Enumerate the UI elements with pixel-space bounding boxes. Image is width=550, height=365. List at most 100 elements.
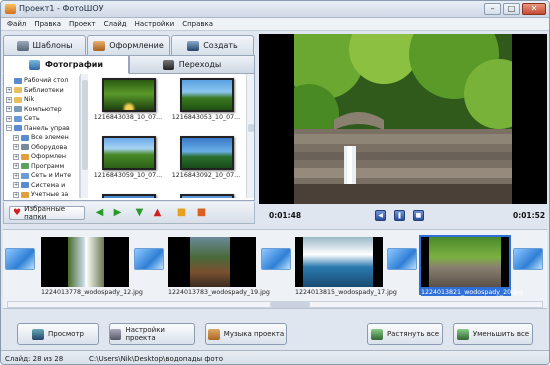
photo-item[interactable]: 1216843059_10_07...: [90, 132, 166, 190]
photo-item[interactable]: [168, 190, 244, 198]
remove-folder-icon[interactable]: ■: [196, 207, 207, 218]
slide-image: [190, 237, 230, 287]
timeline-scrollbar[interactable]: [7, 301, 543, 308]
timeline-scroll-thumb[interactable]: [270, 302, 310, 307]
expander-icon[interactable]: +: [13, 191, 19, 198]
transition-thumbnail[interactable]: [387, 248, 417, 270]
slide-filename: 1224013821_wodospady_20.jpg: [421, 289, 523, 296]
stop-button[interactable]: ■: [413, 210, 424, 221]
tree-node[interactable]: + Сеть и Инте: [6, 171, 79, 181]
photo-thumbnail: [102, 78, 156, 112]
expander-icon[interactable]: −: [6, 125, 12, 132]
arrow-left-icon[interactable]: ◀: [94, 207, 105, 218]
transition-thumbnail[interactable]: [134, 248, 164, 270]
timeline-slide-selected[interactable]: 1224013821_wodospady_20.jpg: [419, 235, 523, 296]
tree-node[interactable]: Рабочий стол: [6, 76, 79, 86]
tab-design[interactable]: Оформление: [87, 35, 170, 55]
tab-photos[interactable]: Фотографии: [3, 55, 129, 74]
menu-settings[interactable]: Настройки: [135, 20, 175, 28]
tree-node[interactable]: + Nik: [6, 95, 79, 105]
expander-icon[interactable]: +: [13, 163, 19, 170]
tab-create-label: Создать: [203, 41, 238, 50]
tree-node[interactable]: + Оформлен: [6, 152, 79, 162]
favorites-button[interactable]: ♥ Избранные папки: [9, 205, 85, 221]
project-music-button[interactable]: Музыка проекта: [205, 323, 287, 345]
expander-icon[interactable]: +: [6, 96, 12, 103]
transitions-icon: [162, 59, 174, 70]
folder-icon: [21, 191, 29, 198]
timeline-slide[interactable]: 1224013815_wodospady_17.jpg: [295, 237, 397, 296]
photo-grid-scroll-thumb[interactable]: [248, 124, 254, 132]
shrink-icon: [456, 328, 469, 340]
project-music-label: Музыка проекта: [223, 330, 285, 338]
folder-icon: [21, 172, 29, 179]
timeline-slide[interactable]: 1224013783_wodospady_19.jpg: [168, 237, 270, 296]
photo-grid-scrollbar[interactable]: [246, 74, 254, 198]
tree-node[interactable]: + Сеть: [6, 114, 79, 124]
tree-node-label: Библиотеки: [24, 86, 64, 94]
tab-templates[interactable]: Шаблоны: [3, 35, 86, 55]
tree-node[interactable]: + Все элемен: [6, 133, 79, 143]
preview-button[interactable]: Просмотр: [17, 323, 99, 345]
tab-create[interactable]: Создать: [171, 35, 254, 55]
tree-node[interactable]: + Оборудова: [6, 143, 79, 153]
tree-node-label: Nik: [24, 96, 35, 104]
tab-transitions[interactable]: Переходы: [129, 55, 255, 74]
maximize-button[interactable]: □: [503, 3, 520, 15]
photo-item[interactable]: 1216843092_10_07...: [168, 132, 244, 190]
transition-thumbnail[interactable]: [261, 248, 291, 270]
tree-node[interactable]: + Учетные за: [6, 190, 79, 198]
transition-thumbnail[interactable]: [5, 248, 35, 270]
timeline-slide[interactable]: 1224013778_wodospady_12.jpg: [41, 237, 143, 296]
preview-player[interactable]: [259, 34, 547, 204]
expander-icon[interactable]: +: [13, 153, 19, 160]
folder-icon: [14, 77, 22, 84]
tree-node-label: Панель управ: [24, 124, 70, 132]
menu-help[interactable]: Справка: [182, 20, 213, 28]
arrow-down-icon[interactable]: ▼: [134, 207, 145, 218]
minimize-button[interactable]: –: [484, 3, 501, 15]
tree-node[interactable]: + Программ: [6, 162, 79, 172]
slide-filename: 1224013783_wodospady_19.jpg: [168, 289, 270, 296]
tree-node[interactable]: + Система и: [6, 181, 79, 191]
photo-item[interactable]: 1216843053_10_07...: [168, 74, 244, 132]
menu-file[interactable]: Файл: [7, 20, 26, 28]
expander-icon[interactable]: +: [13, 144, 19, 151]
folder-icon: [21, 163, 29, 170]
tree-scrollbar[interactable]: [80, 74, 88, 198]
expander-icon[interactable]: +: [6, 87, 12, 94]
tree-node-label: Сеть и Инте: [31, 172, 72, 180]
project-settings-button[interactable]: Настройки проекта: [109, 323, 195, 345]
tree-node[interactable]: + Библиотеки: [6, 86, 79, 96]
photo-item[interactable]: [90, 190, 166, 198]
transition-thumbnail[interactable]: [513, 248, 543, 270]
stretch-all-button[interactable]: Растянуть все: [367, 323, 443, 345]
expander-icon[interactable]: +: [13, 172, 19, 179]
expander-icon[interactable]: +: [13, 182, 19, 189]
menu-project[interactable]: Проект: [69, 20, 96, 28]
slide-counter: Слайд: 28 из 28: [5, 354, 64, 363]
rewind-button[interactable]: ◀: [375, 210, 386, 221]
tree-node[interactable]: − Панель управ: [6, 124, 79, 134]
photo-thumbnail: [180, 78, 234, 112]
photo-thumbnail: [102, 194, 156, 198]
close-button[interactable]: ✕: [522, 3, 546, 15]
slide-timeline[interactable]: 1224013778_wodospady_12.jpg 1224013783_w…: [3, 229, 547, 309]
expander-icon[interactable]: +: [6, 106, 12, 113]
arrow-right-icon[interactable]: ▶: [112, 207, 123, 218]
arrow-up-icon[interactable]: ▲: [152, 207, 163, 218]
folder-icon: [21, 153, 29, 160]
pause-button[interactable]: ❚: [394, 210, 405, 221]
tree-scroll-thumb[interactable]: [82, 80, 88, 170]
total-time: 0:01:52: [513, 211, 546, 220]
expander-icon[interactable]: +: [13, 134, 19, 141]
menu-slide[interactable]: Слайд: [104, 20, 127, 28]
menu-edit[interactable]: Правка: [34, 20, 61, 28]
shrink-all-button[interactable]: Уменьшить все: [453, 323, 533, 345]
shrink-all-label: Уменьшить все: [472, 330, 530, 338]
tree-node[interactable]: + Компьютер: [6, 105, 79, 115]
photo-item[interactable]: 1216843038_10_07...: [90, 74, 166, 132]
tree-node-label: Сеть: [24, 115, 40, 123]
add-folder-icon[interactable]: ■: [176, 207, 187, 218]
expander-icon[interactable]: +: [6, 115, 12, 122]
